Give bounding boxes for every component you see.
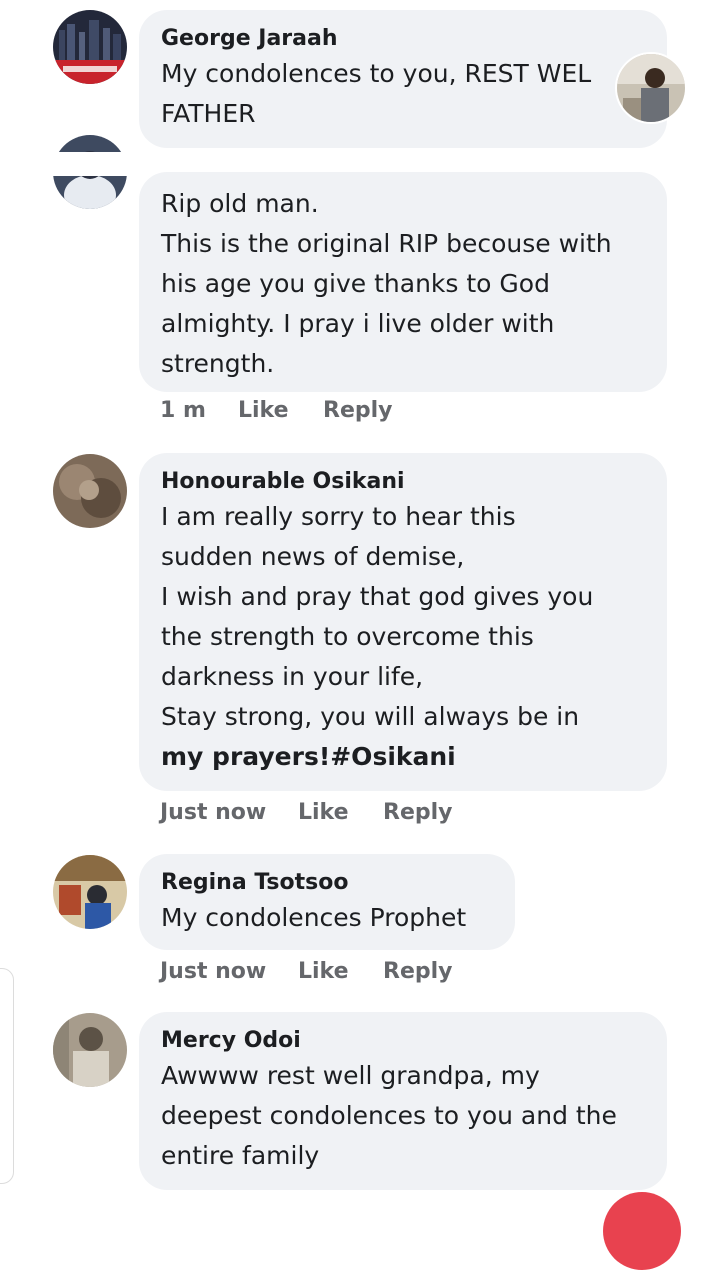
comment-text-line: FATHER <box>161 99 256 128</box>
comment-text-line: This is the original RIP becouse with <box>161 229 612 258</box>
profile-photo-overlay[interactable] <box>615 52 687 124</box>
comment-bubble: Mercy Odoi Awwww rest well grandpa, my d… <box>139 1012 667 1190</box>
comment-text-line: darkness in your life, <box>161 662 424 691</box>
comment-text-line: strength. <box>161 349 275 378</box>
comment-actions: 1 m Like Reply <box>160 398 420 428</box>
comment-bubble: Rip old man. This is the original RIP be… <box>139 172 667 392</box>
comment-actions: Just now Like Reply <box>160 959 460 989</box>
comment-text-line: Stay strong, you will always be in <box>161 702 580 731</box>
comment-bubble: Regina Tsotsoo My condolences Prophet <box>139 854 515 950</box>
comment-timestamp: 1 m <box>160 398 206 423</box>
comment-bubble: Honourable Osikani I am really sorry to … <box>139 453 667 791</box>
avatar[interactable] <box>53 454 127 528</box>
avatar[interactable] <box>53 1013 127 1087</box>
reply-button[interactable]: Reply <box>383 800 453 825</box>
comment-text-line: his age you give thanks to God <box>161 269 550 298</box>
commenter-name[interactable]: Honourable Osikani <box>161 467 645 497</box>
floating-action-button[interactable] <box>603 1192 681 1270</box>
comment-text-line: sudden news of demise, <box>161 542 465 571</box>
comment-timestamp: Just now <box>160 959 267 984</box>
comment-text-line: the strength to overcome this <box>161 622 534 651</box>
commenter-name[interactable]: Regina Tsotsoo <box>161 868 493 898</box>
comment-timestamp: Just now <box>160 800 267 825</box>
like-button[interactable]: Like <box>238 398 289 423</box>
comment-text-line: Rip old man. <box>161 189 319 218</box>
like-button[interactable]: Like <box>298 959 349 984</box>
comment-text-line: deepest condolences to you and the <box>161 1101 617 1130</box>
comment-text-line: I wish and pray that god gives you <box>161 582 594 611</box>
comment-actions: Just now Like Reply <box>160 800 460 830</box>
comment-text-line: My condolences to you, REST WEL <box>161 59 592 88</box>
avatar[interactable] <box>53 855 127 929</box>
comment-text-line: my prayers!#Osikani <box>161 742 456 771</box>
reply-button[interactable]: Reply <box>383 959 453 984</box>
avatar[interactable] <box>53 10 127 84</box>
commenter-name[interactable]: George Jaraah <box>161 24 645 54</box>
side-panel-edge <box>0 968 14 1184</box>
comment-text-line: My condolences Prophet <box>161 903 467 932</box>
commenter-name[interactable]: Mercy Odoi <box>161 1026 645 1056</box>
comment-text-line: I am really sorry to hear this <box>161 502 516 531</box>
comment-bubble: George Jaraah My condolences to you, RES… <box>139 10 667 148</box>
comment-text-line: Awwww rest well grandpa, my <box>161 1061 540 1090</box>
reply-button[interactable]: Reply <box>323 398 393 423</box>
like-button[interactable]: Like <box>298 800 349 825</box>
comment-text-line: almighty. I pray i live older with <box>161 309 555 338</box>
comment-text-line: entire family <box>161 1141 320 1170</box>
